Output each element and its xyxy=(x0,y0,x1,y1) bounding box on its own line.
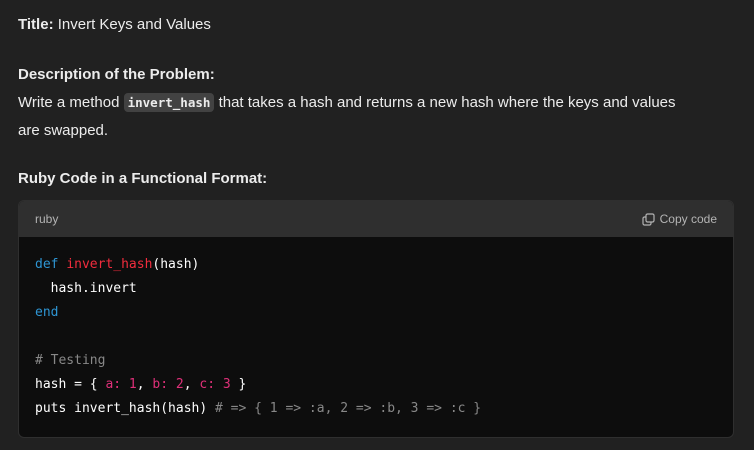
tok: end xyxy=(35,305,59,320)
copy-code-label: Copy code xyxy=(659,212,717,226)
code-header: ruby Copy code xyxy=(19,201,733,237)
code-content: def invert_hash(hash) hash.invert end # … xyxy=(19,237,733,437)
tok: (hash) xyxy=(152,257,200,272)
code-block: ruby Copy code def invert_hash(hash) has… xyxy=(18,200,734,438)
code-heading: Ruby Code in a Functional Format: xyxy=(18,165,267,193)
tok: # Testing xyxy=(35,353,106,368)
description-line: Write a method invert_hash that takes a … xyxy=(18,89,676,117)
tok: # => { 1 => :a, 2 => :b, 3 => :c } xyxy=(215,401,482,416)
desc-text: Write a method xyxy=(18,94,124,111)
tok: hash = { xyxy=(35,377,106,392)
tok: , xyxy=(136,377,153,392)
description-heading-text: Description of the Problem: xyxy=(18,66,215,83)
tok: a: 1 xyxy=(105,377,137,392)
code-language: ruby xyxy=(35,212,59,226)
tok: def xyxy=(35,257,59,272)
tok: hash.invert xyxy=(35,281,137,296)
copy-code-button[interactable]: Copy code xyxy=(642,212,717,226)
title-text: Invert Keys and Values xyxy=(53,16,211,33)
tok: } xyxy=(230,377,247,392)
tok: , xyxy=(183,377,200,392)
tok: invert_hash xyxy=(66,257,153,272)
desc-text-2: that takes a hash and returns a new hash… xyxy=(214,94,676,111)
title-line: Title: Invert Keys and Values xyxy=(18,11,211,39)
code-heading-text: Ruby Code in a Functional Format: xyxy=(18,170,268,187)
tok: c: 3 xyxy=(199,377,231,392)
inline-code: invert_hash xyxy=(123,93,215,112)
title-label: Title: xyxy=(18,16,54,33)
copy-icon xyxy=(642,212,655,226)
description-heading: Description of the Problem: xyxy=(18,61,215,89)
tok: b: 2 xyxy=(152,377,184,392)
tok: puts invert_hash(hash) xyxy=(35,401,216,416)
description-line-2: are swapped. xyxy=(18,122,109,139)
